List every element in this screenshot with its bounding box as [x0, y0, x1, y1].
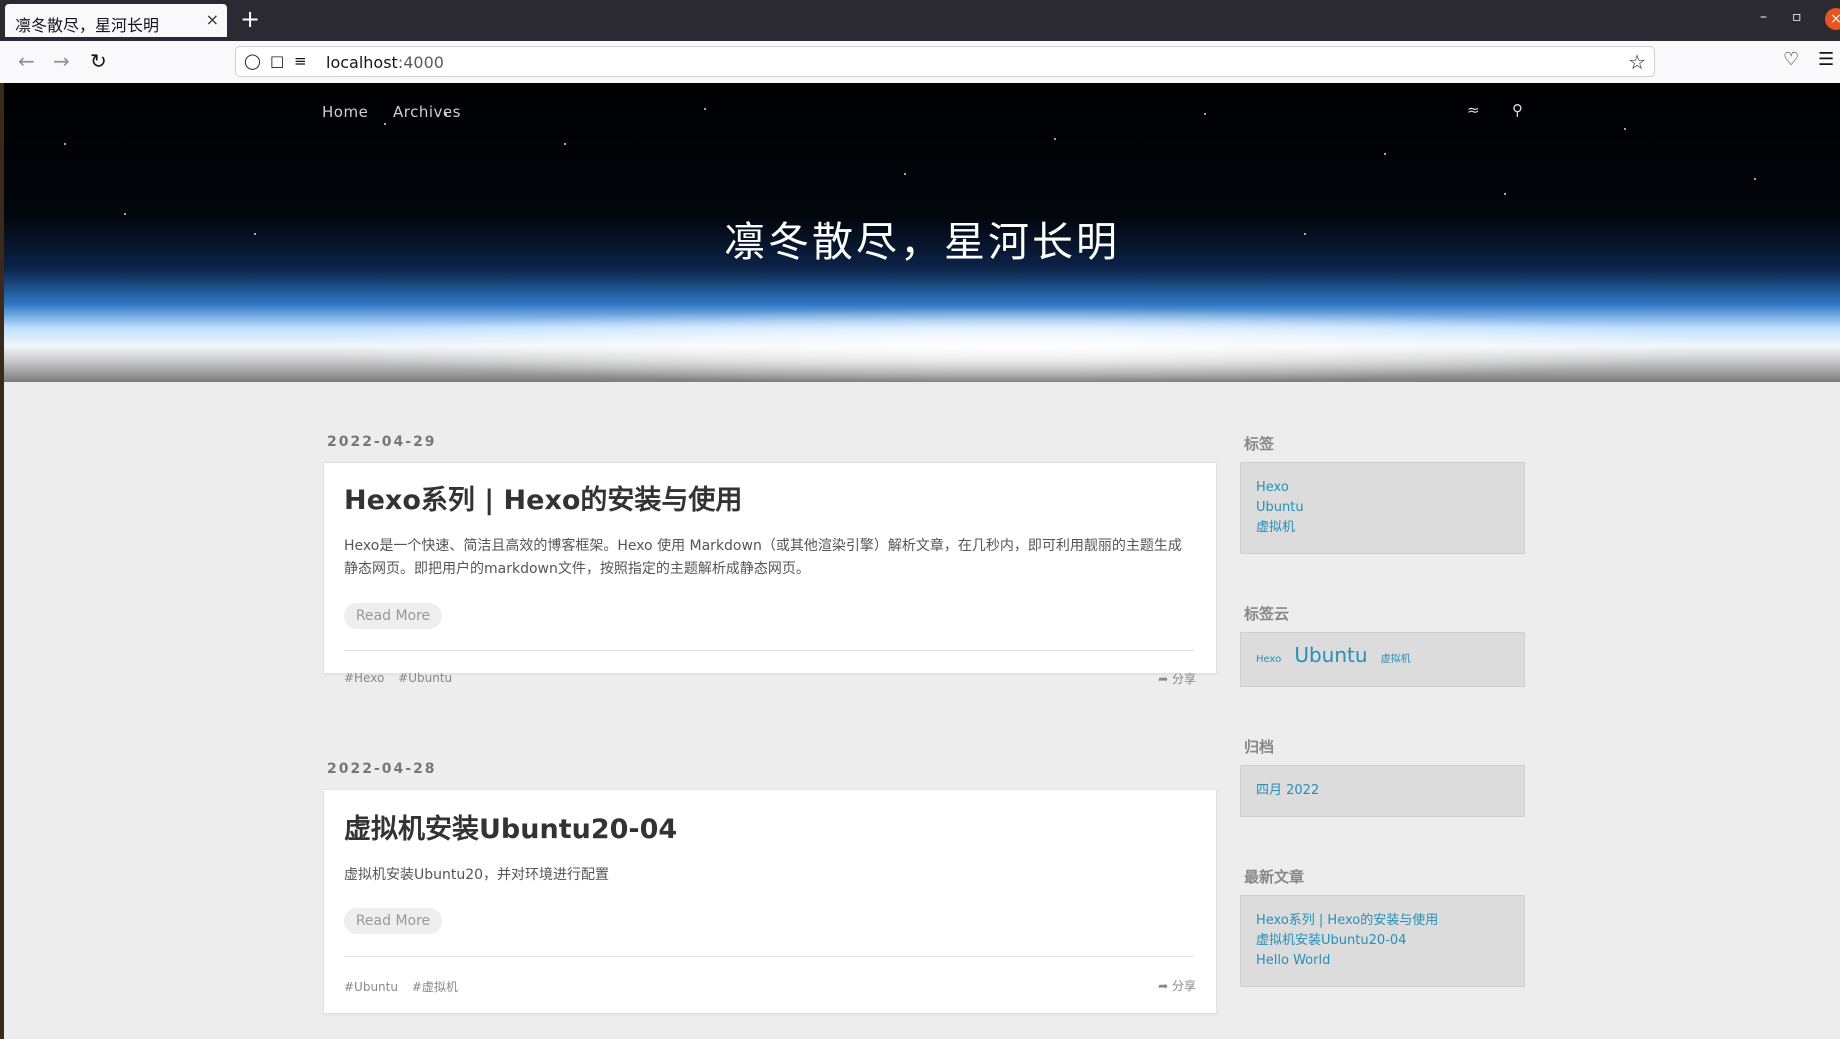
site-title: 凛冬散尽，星河长明: [724, 218, 1120, 266]
header-banner: Home Archives ≈ ⚲ 凛冬散尽，星河长明: [4, 83, 1840, 382]
browser-tab[interactable]: 凛冬散尽，星河长明 ×: [5, 4, 227, 37]
sidebar-tags-title: 标签: [1244, 435, 1275, 453]
nav-home[interactable]: Home: [322, 103, 368, 121]
back-icon[interactable]: ←: [18, 49, 35, 73]
article-excerpt: 虚拟机安装Ubuntu20，并对环境进行配置: [344, 867, 610, 883]
forward-icon[interactable]: →: [53, 49, 70, 73]
article-title[interactable]: Hexo系列 | Hexo的安装与使用: [344, 478, 742, 517]
share-button[interactable]: ➦ 分享: [1158, 977, 1196, 994]
tag-link[interactable]: #Ubuntu: [398, 671, 452, 685]
sidebar-tag-link[interactable]: Hexo: [1256, 478, 1509, 498]
recent-post-link[interactable]: Hexo系列 | Hexo的安装与使用: [1256, 911, 1509, 931]
search-icon[interactable]: ⚲: [1512, 101, 1523, 119]
minimize-button[interactable]: –: [1760, 9, 1767, 25]
share-icon: ➦: [1158, 979, 1169, 993]
page-icon: □: [270, 52, 285, 70]
read-more-button[interactable]: Read More: [344, 603, 442, 629]
card-divider: [344, 650, 1194, 651]
url-bar[interactable]: ◯ □ ≡ localhost:4000 ☆: [235, 46, 1655, 77]
recent-post-link[interactable]: Hello World: [1256, 951, 1509, 971]
tag-link[interactable]: #Hexo: [344, 671, 384, 685]
browser-navbar: ← → ↻ ◯ □ ≡ localhost:4000 ☆ ♡ ☰: [0, 41, 1840, 84]
cloud-tag-link[interactable]: 虚拟机: [1381, 654, 1411, 665]
read-more-button[interactable]: Read More: [344, 908, 442, 934]
article-tags: #Hexo #Ubuntu: [344, 671, 462, 685]
share-label: 分享: [1171, 979, 1196, 993]
share-icon: ➦: [1158, 672, 1169, 686]
article-date: 2022-04-29: [327, 434, 437, 450]
new-tab-button[interactable]: +: [240, 5, 260, 33]
sidebar-archive-box: 四月 2022: [1240, 765, 1525, 817]
permissions-icon[interactable]: ≡: [294, 52, 307, 70]
blog-page: Home Archives ≈ ⚲ 凛冬散尽，星河长明 2022-04-29 H…: [4, 83, 1840, 1039]
menu-icon[interactable]: ☰: [1818, 49, 1834, 70]
cloud-tag-link[interactable]: Hexo: [1256, 654, 1281, 665]
article-card: Hexo系列 | Hexo的安装与使用 Hexo是一个快速、简洁且高效的博客框架…: [323, 462, 1217, 686]
rss-icon[interactable]: ≈: [1467, 101, 1480, 119]
sidebar-tags-box: Hexo Ubuntu 虚拟机: [1240, 462, 1525, 554]
sidebar-recent-title: 最新文章: [1244, 868, 1305, 886]
bookmark-star-icon[interactable]: ☆: [1628, 50, 1646, 74]
sidebar-tagcloud-title: 标签云: [1244, 605, 1290, 623]
tag-link[interactable]: #虚拟机: [412, 980, 458, 994]
tag-link[interactable]: #Ubuntu: [344, 980, 398, 994]
restore-button[interactable]: ▫: [1792, 9, 1802, 25]
article-date: 2022-04-28: [327, 761, 437, 777]
tab-close-icon[interactable]: ×: [206, 10, 219, 29]
shield-icon[interactable]: ◯: [244, 52, 261, 70]
sidebar-archive-title: 归档: [1244, 738, 1275, 756]
share-label: 分享: [1171, 672, 1196, 686]
article-excerpt: Hexo是一个快速、简洁且高效的博客框架。Hexo 使用 Markdown（或其…: [344, 538, 1182, 577]
close-window-button[interactable]: ×: [1825, 8, 1840, 30]
url-text[interactable]: localhost:4000: [326, 53, 444, 72]
article-tags: #Ubuntu #虚拟机: [344, 978, 468, 995]
share-button[interactable]: ➦ 分享: [1158, 670, 1196, 687]
cloud-tag-link[interactable]: Ubuntu: [1294, 643, 1367, 667]
recent-post-link[interactable]: 虚拟机安装Ubuntu20-04: [1256, 931, 1509, 951]
article-card: 虚拟机安装Ubuntu20-04 虚拟机安装Ubuntu20，并对环境进行配置 …: [323, 789, 1217, 1014]
reload-icon[interactable]: ↻: [90, 49, 107, 73]
sidebar-tag-link[interactable]: 虚拟机: [1256, 518, 1509, 538]
tab-title: 凛冬散尽，星河长明: [15, 16, 160, 35]
sidebar-recent-box: Hexo系列 | Hexo的安装与使用 虚拟机安装Ubuntu20-04 Hel…: [1240, 895, 1525, 987]
pocket-icon[interactable]: ♡: [1783, 49, 1799, 70]
card-divider: [344, 956, 1194, 957]
sidebar-tag-link[interactable]: Ubuntu: [1256, 498, 1509, 518]
archive-link[interactable]: 四月 2022: [1256, 781, 1509, 801]
sidebar-tagcloud-box: Hexo Ubuntu 虚拟机: [1240, 632, 1525, 687]
browser-tab-bar: 凛冬散尽，星河长明 × + – ▫ ×: [0, 0, 1840, 41]
nav-archives[interactable]: Archives: [393, 103, 461, 121]
article-title[interactable]: 虚拟机安装Ubuntu20-04: [344, 807, 677, 846]
